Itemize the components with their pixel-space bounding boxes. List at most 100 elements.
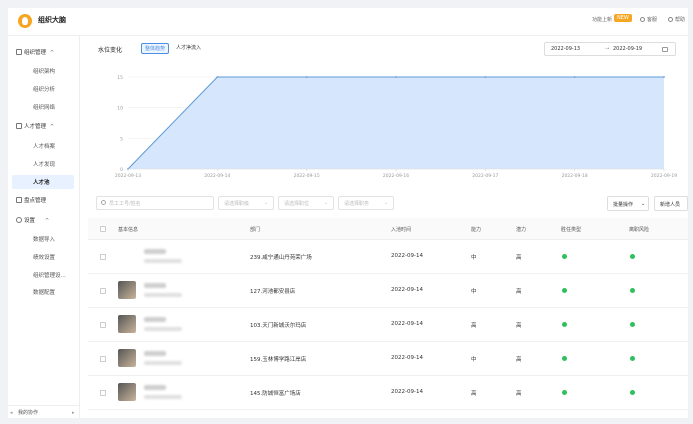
- scroll-left-icon[interactable]: ◂: [10, 410, 13, 416]
- y-tick-label: 5: [120, 136, 123, 142]
- add-person-button[interactable]: 新增人员: [654, 196, 688, 211]
- competency-status-dot: [562, 390, 567, 395]
- customer-service-link[interactable]: 客服: [640, 16, 657, 23]
- question-icon: [668, 17, 673, 22]
- table-row[interactable]: 103.天门新城沃尔玛店 2022-09-14 高 高: [88, 308, 688, 342]
- cell-potential: 高: [516, 391, 522, 397]
- row-checkbox[interactable]: [100, 254, 106, 260]
- cell-department: 239.咸宁通山丹苑荣广场: [250, 255, 312, 261]
- sidebar-group-talent[interactable]: 人才管理 ^: [16, 122, 54, 130]
- sidebar-item-talent-discovery[interactable]: 人才发现: [33, 160, 55, 168]
- row-checkbox[interactable]: [100, 322, 106, 328]
- cell-ability: 高: [471, 323, 477, 329]
- tab-overall-trend[interactable]: 整体趋势: [141, 43, 170, 54]
- area-fill: [128, 77, 664, 169]
- filter-bar: 员工工号/姓名 请选择职级 ⌄ 请选择职位 ⌄ 请选择职务 ⌄ 批量操作 ⌄ 新增人员: [88, 196, 688, 212]
- batch-actions-button[interactable]: 批量操作 ⌄: [607, 196, 649, 211]
- col-header-join-date: 入池时间: [391, 227, 412, 233]
- redacted-name: [144, 317, 166, 322]
- select-all-checkbox[interactable]: [100, 226, 106, 232]
- chevron-down-icon: ⌄: [383, 200, 388, 206]
- competency-status-dot: [562, 356, 567, 361]
- sidebar-item-org-settings[interactable]: 组织管理设...: [33, 271, 66, 279]
- table-row[interactable]: 145.防城恒富广场店 2022-09-14 高 高: [88, 376, 688, 410]
- calendar-icon: [662, 47, 668, 52]
- cell-join-date: 2022-09-14: [391, 287, 423, 293]
- data-point: [395, 76, 397, 78]
- duty-select[interactable]: 请选择职务 ⌄: [338, 196, 394, 210]
- date-range-picker[interactable]: 2022-09-13 → 2022-09-19: [544, 42, 676, 56]
- chevron-down-icon: ⌄: [263, 200, 268, 206]
- data-point: [305, 76, 308, 78]
- attrition-risk-status-dot: [630, 322, 635, 327]
- redacted-name: [144, 385, 166, 390]
- col-header-attrition-risk: 离职风险: [629, 227, 650, 233]
- water-level-chart: 0 5 10 15 2022-09-13 2022-09-14 2022-09-15 2022…: [115, 75, 677, 179]
- cell-potential: 高: [516, 323, 522, 329]
- sidebar-item-talent-profile[interactable]: 人才档案: [33, 142, 55, 150]
- cell-potential: 高: [516, 255, 522, 261]
- redacted-id: [144, 361, 182, 365]
- row-checkbox[interactable]: [100, 288, 106, 294]
- table-row[interactable]: 239.咸宁通山丹苑荣广场 2022-09-14 中 高: [88, 240, 688, 274]
- cell-department: 145.防城恒富广场店: [250, 391, 301, 397]
- sidebar-item-data-config[interactable]: 数据配置: [33, 288, 55, 296]
- data-point: [484, 76, 487, 78]
- avatar: [118, 383, 136, 401]
- row-checkbox[interactable]: [100, 390, 106, 396]
- sidebar-item-label: 人才池: [33, 180, 50, 186]
- sidebar-group-review[interactable]: 盘点管理: [16, 196, 46, 204]
- attrition-risk-status-dot: [630, 254, 635, 259]
- table-row[interactable]: 127.河池都安县店 2022-09-14 中 高: [88, 274, 688, 308]
- gear-icon: [16, 217, 22, 223]
- sidebar-item-talent-pool[interactable]: 人才池: [12, 175, 74, 189]
- scroll-right-icon[interactable]: ▸: [72, 410, 75, 416]
- sidebar-item-performance[interactable]: 绩效设置: [33, 253, 55, 261]
- sidebar-item-data-import[interactable]: 数据导入: [33, 235, 55, 243]
- app-logo-icon: [18, 14, 32, 28]
- attrition-risk-status-dot: [630, 288, 635, 293]
- sidebar-item-org-structure[interactable]: 组织架构: [33, 67, 55, 75]
- col-header-competency: 胜任类型: [561, 227, 582, 233]
- redacted-name: [144, 249, 166, 254]
- redacted-id: [144, 395, 182, 399]
- help-link[interactable]: 帮助: [668, 16, 685, 23]
- sidebar-item-org-network[interactable]: 组织网络: [33, 103, 55, 111]
- row-checkbox[interactable]: [100, 356, 106, 362]
- avatar: [118, 247, 136, 265]
- app-window: 组织大脑 功能上新 NEW 客服 帮助 组织管理 ^ 组织架构 组织分析 组织网络…: [8, 8, 688, 418]
- attrition-risk-status-dot: [630, 356, 635, 361]
- data-point: [216, 76, 219, 78]
- sidebar-item-org-analysis[interactable]: 组织分析: [33, 85, 55, 93]
- position-select-placeholder: 请选择职位: [284, 201, 310, 207]
- x-tick-label: 2022-09-16: [383, 173, 409, 179]
- my-collaboration-link[interactable]: 我的协作: [18, 409, 38, 416]
- review-icon: [16, 197, 22, 203]
- feature-update-link[interactable]: 功能上新: [592, 16, 612, 23]
- batch-actions-label: 批量操作: [613, 202, 634, 208]
- y-tick-label: 10: [117, 106, 123, 112]
- customer-service-label: 客服: [647, 17, 658, 23]
- table-row[interactable]: 159.玉林博学路江岸店 2022-09-14 中 高: [88, 342, 688, 376]
- cell-join-date: 2022-09-14: [391, 355, 423, 361]
- cell-department: 127.河池都安县店: [250, 289, 296, 295]
- position-select[interactable]: 请选择职位 ⌄: [278, 196, 334, 210]
- data-point: [573, 76, 576, 78]
- tab-net-inflow[interactable]: 人才净流入: [173, 43, 204, 52]
- col-header-basic-info: 基本信息: [118, 227, 139, 233]
- x-tick-label: 2022-09-19: [651, 173, 677, 179]
- search-input[interactable]: 员工工号/姓名: [96, 196, 214, 210]
- y-tick-label: 15: [117, 75, 123, 81]
- col-header-potential: 潜力: [516, 227, 527, 233]
- sidebar-group-org[interactable]: 组织管理 ^: [16, 48, 54, 56]
- cell-department: 159.玉林博学路江岸店: [250, 357, 307, 363]
- caret-up-icon: ^: [45, 218, 50, 224]
- x-tick-label: 2022-09-18: [562, 173, 588, 179]
- date-separator: →: [605, 46, 610, 52]
- cell-department: 103.天门新城沃尔玛店: [250, 323, 307, 329]
- sidebar-group-settings[interactable]: 设置 ^: [16, 216, 49, 224]
- rank-select[interactable]: 请选择职级 ⌄: [218, 196, 274, 210]
- x-tick-label: 2022-09-14: [204, 173, 230, 179]
- add-person-label: 新增人员: [660, 202, 681, 208]
- talent-icon: [16, 123, 22, 129]
